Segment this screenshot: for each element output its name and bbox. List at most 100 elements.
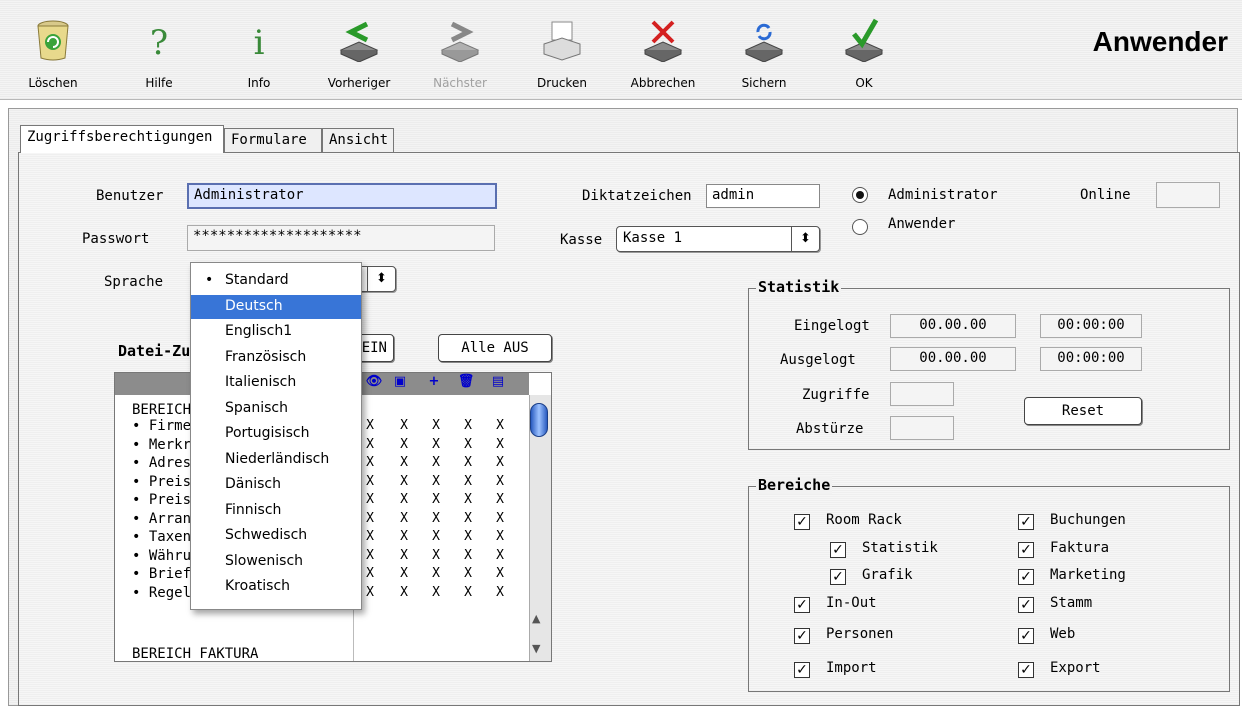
permission-cell[interactable]: X bbox=[392, 566, 416, 581]
delete-button[interactable]: Löschen bbox=[14, 4, 92, 94]
permission-cell[interactable]: X bbox=[424, 585, 448, 600]
permission-cell[interactable]: X bbox=[424, 548, 448, 563]
bereich-checkbox[interactable]: ✓ bbox=[830, 542, 846, 558]
table-row[interactable]: • Firme bbox=[132, 418, 191, 434]
bereich-checkbox[interactable]: ✓ bbox=[1018, 569, 1034, 585]
permission-cell[interactable]: X bbox=[488, 529, 512, 544]
permission-cell[interactable]: X bbox=[392, 437, 416, 452]
permission-cell[interactable]: X bbox=[488, 437, 512, 452]
language-option[interactable]: Finnisch bbox=[191, 499, 361, 523]
role-admin-radio[interactable] bbox=[852, 187, 868, 203]
permission-cell[interactable]: X bbox=[456, 437, 480, 452]
reset-button[interactable]: Reset bbox=[1024, 397, 1142, 425]
diktat-field[interactable]: admin bbox=[706, 184, 820, 208]
permission-cell[interactable]: X bbox=[392, 529, 416, 544]
permission-cell[interactable]: X bbox=[456, 585, 480, 600]
permission-cell[interactable]: X bbox=[392, 455, 416, 470]
permission-cell[interactable]: X bbox=[392, 474, 416, 489]
bereich-checkbox[interactable]: ✓ bbox=[1018, 628, 1034, 644]
language-option[interactable]: Schwedisch bbox=[191, 524, 361, 548]
permission-cell[interactable]: X bbox=[424, 566, 448, 581]
next-label: Nächster bbox=[433, 76, 487, 90]
save-icon[interactable]: ▣ bbox=[388, 374, 412, 389]
benutzer-field[interactable]: Administrator bbox=[187, 183, 497, 209]
permission-cell[interactable]: X bbox=[488, 492, 512, 507]
table-row[interactable]: • Taxen bbox=[132, 529, 191, 545]
language-option[interactable]: Italienisch bbox=[191, 371, 361, 395]
permission-cell[interactable]: X bbox=[424, 474, 448, 489]
add-icon[interactable]: + bbox=[422, 374, 446, 389]
permission-cell[interactable]: X bbox=[456, 455, 480, 470]
diktat-label: Diktatzeichen bbox=[582, 188, 692, 204]
delete-icon[interactable]: 🗑 bbox=[454, 374, 478, 389]
bereich-checkbox[interactable]: ✓ bbox=[794, 597, 810, 613]
scroll-up-icon[interactable]: ▲ bbox=[532, 612, 540, 625]
permission-cell[interactable]: X bbox=[456, 418, 480, 433]
language-option[interactable]: • Standard bbox=[191, 269, 361, 293]
tab-zugriffsberechtigungen[interactable]: Zugriffsberechtigungen bbox=[20, 125, 224, 153]
passwort-field[interactable]: ******************** bbox=[187, 225, 495, 251]
bereich-checkbox[interactable]: ✓ bbox=[1018, 662, 1034, 678]
bereich-checkbox[interactable]: ✓ bbox=[1018, 542, 1034, 558]
permission-cell[interactable]: X bbox=[488, 548, 512, 563]
table-row[interactable]: • Währu bbox=[132, 548, 191, 564]
language-option[interactable]: Portugisisch bbox=[191, 422, 361, 446]
permission-cell[interactable]: X bbox=[424, 437, 448, 452]
help-button[interactable]: ? Hilfe bbox=[120, 4, 198, 94]
table-row[interactable]: • Merkr bbox=[132, 437, 191, 453]
language-option[interactable]: Englisch1 bbox=[191, 320, 361, 344]
document-icon[interactable]: ▤ bbox=[486, 374, 510, 389]
print-button[interactable]: Drucken bbox=[524, 4, 600, 94]
bereich-checkbox[interactable]: ✓ bbox=[830, 569, 846, 585]
permission-cell[interactable]: X bbox=[392, 511, 416, 526]
view-icon[interactable]: 👁 bbox=[362, 374, 386, 389]
cancel-button[interactable]: Abbrechen bbox=[618, 4, 708, 94]
permission-cell[interactable]: X bbox=[456, 529, 480, 544]
language-option[interactable]: Dänisch bbox=[191, 473, 361, 497]
bereich-checkbox[interactable]: ✓ bbox=[794, 662, 810, 678]
language-option[interactable]: Spanisch bbox=[191, 397, 361, 421]
language-option[interactable]: Kroatisch bbox=[191, 575, 361, 599]
next-button[interactable]: Nächster bbox=[420, 4, 500, 94]
permission-cell[interactable]: X bbox=[456, 474, 480, 489]
bereich-checkbox[interactable]: ✓ bbox=[1018, 514, 1034, 530]
alle-aus-button[interactable]: Alle AUS bbox=[438, 334, 552, 362]
tab-ansicht[interactable]: Ansicht bbox=[322, 128, 394, 152]
permission-cell[interactable]: X bbox=[424, 418, 448, 433]
permission-cell[interactable]: X bbox=[392, 418, 416, 433]
bereich-checkbox[interactable]: ✓ bbox=[794, 514, 810, 530]
language-option[interactable]: Französisch bbox=[191, 346, 361, 370]
scrollbar-thumb[interactable] bbox=[530, 403, 548, 437]
permission-cell[interactable]: X bbox=[488, 455, 512, 470]
bereich-checkbox[interactable]: ✓ bbox=[1018, 597, 1034, 613]
permission-cell[interactable]: X bbox=[456, 566, 480, 581]
permission-cell[interactable]: X bbox=[392, 492, 416, 507]
permission-cell[interactable]: X bbox=[456, 548, 480, 563]
permission-cell[interactable]: X bbox=[456, 492, 480, 507]
ok-button[interactable]: OK bbox=[826, 4, 902, 94]
language-option[interactable]: Slowenisch bbox=[191, 550, 361, 574]
info-button[interactable]: i Info bbox=[220, 4, 298, 94]
previous-button[interactable]: Vorheriger bbox=[314, 4, 404, 94]
permission-cell[interactable]: X bbox=[488, 585, 512, 600]
language-option[interactable]: Niederländisch bbox=[191, 448, 361, 472]
permission-cell[interactable]: X bbox=[488, 566, 512, 581]
permission-cell[interactable]: X bbox=[424, 492, 448, 507]
permission-cell[interactable]: X bbox=[424, 455, 448, 470]
permission-cell[interactable]: X bbox=[456, 511, 480, 526]
permission-cell[interactable]: X bbox=[488, 474, 512, 489]
permission-cell[interactable]: X bbox=[392, 585, 416, 600]
language-option[interactable]: Deutsch bbox=[191, 294, 361, 319]
permission-cell[interactable]: X bbox=[488, 511, 512, 526]
bereich-checkbox[interactable]: ✓ bbox=[794, 628, 810, 644]
tab-formulare[interactable]: Formulare bbox=[224, 128, 322, 152]
kasse-popup[interactable]: Kasse 1 ⬍ bbox=[616, 226, 820, 252]
permission-cell[interactable]: X bbox=[392, 548, 416, 563]
permission-cell[interactable]: X bbox=[424, 511, 448, 526]
permission-cell[interactable]: X bbox=[424, 529, 448, 544]
permission-cell[interactable]: X bbox=[488, 418, 512, 433]
scroll-down-icon[interactable]: ▼ bbox=[532, 642, 540, 655]
table-row[interactable]: • Arran bbox=[132, 511, 191, 527]
role-user-radio[interactable] bbox=[852, 219, 868, 235]
save-button[interactable]: Sichern bbox=[724, 4, 804, 94]
